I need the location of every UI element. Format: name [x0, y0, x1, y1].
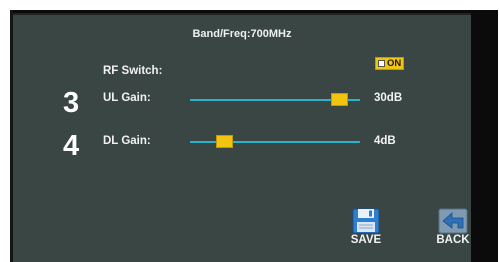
dl-gain-value: 4dB: [374, 135, 396, 147]
page-title: Band/Freq:700MHz: [192, 28, 292, 40]
rf-switch-toggle[interactable]: ON: [375, 57, 404, 70]
ul-gain-label: UL Gain:: [103, 92, 151, 104]
dl-gain-slider-thumb[interactable]: [215, 135, 233, 148]
back-button[interactable]: BACK: [432, 208, 474, 246]
back-arrow-icon: [438, 208, 468, 234]
toggle-knob: [378, 60, 385, 67]
ul-gain-slider-thumb[interactable]: [331, 93, 349, 106]
step-marker-3: 3: [63, 87, 80, 119]
rf-switch-label: RF Switch:: [103, 65, 163, 77]
dl-gain-label: DL Gain:: [103, 135, 151, 147]
floppy-disk-icon: [352, 208, 380, 234]
back-button-label: BACK: [436, 234, 470, 246]
save-button[interactable]: SAVE: [345, 208, 387, 246]
step-marker-4: 4: [63, 130, 80, 162]
settings-panel: [13, 13, 471, 262]
save-button-label: SAVE: [350, 234, 382, 246]
ul-gain-value: 30dB: [374, 92, 403, 104]
rf-switch-state: ON: [387, 58, 402, 69]
